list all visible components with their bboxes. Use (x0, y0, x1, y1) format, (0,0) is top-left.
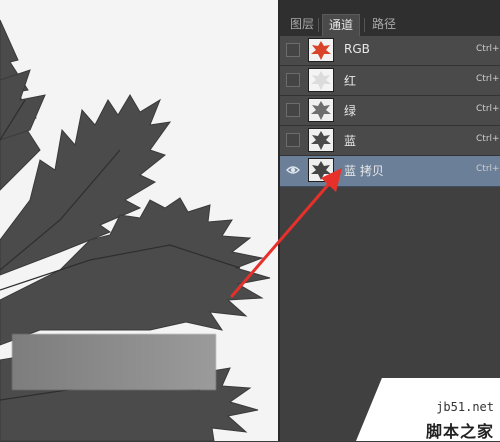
channel-name: 绿 (344, 104, 357, 118)
watermark-site-name: 脚本之家 (425, 422, 494, 441)
channel-row-rgb[interactable]: RGB Ctrl+2 (280, 36, 500, 66)
channel-thumbnail (308, 98, 334, 122)
channel-shortcut: Ctrl+3 (476, 74, 500, 84)
eye-icon (286, 166, 300, 174)
channel-thumbnail (308, 158, 334, 182)
channel-shortcut: Ctrl+6 (476, 164, 500, 174)
channel-row-blue-copy[interactable]: 蓝 拷贝 Ctrl+6 (280, 156, 500, 187)
visibility-toggle[interactable] (286, 103, 300, 117)
channel-shortcut: Ctrl+2 (476, 44, 500, 54)
panel-tab-bar: 图层 通道 路径 (280, 0, 500, 37)
canvas-image[interactable] (0, 0, 278, 441)
channel-name: 蓝 拷贝 (344, 164, 384, 178)
watermark-url: jb51.net (436, 400, 494, 414)
channel-shortcut: Ctrl+5 (476, 134, 500, 144)
visibility-toggle[interactable] (286, 73, 300, 87)
visibility-toggle[interactable] (286, 133, 300, 147)
visibility-toggle[interactable] (286, 163, 300, 177)
channel-name: RGB (344, 42, 370, 56)
channel-thumbnail (308, 128, 334, 152)
channel-thumbnail (308, 38, 334, 62)
channel-name: 红 (344, 74, 357, 88)
blurred-redaction (12, 334, 216, 390)
tab-divider (318, 18, 319, 32)
channel-thumbnail (308, 68, 334, 92)
channel-row-blue[interactable]: 蓝 Ctrl+5 (280, 126, 500, 156)
channel-name: 蓝 (344, 134, 357, 148)
tab-paths[interactable]: 路径 (366, 14, 402, 36)
tab-layers[interactable]: 图层 (284, 14, 320, 36)
channel-row-green[interactable]: 绿 Ctrl+4 (280, 96, 500, 126)
channel-row-red[interactable]: 红 Ctrl+3 (280, 66, 500, 96)
visibility-toggle[interactable] (286, 43, 300, 57)
tab-divider (364, 18, 365, 32)
tab-channels[interactable]: 通道 (322, 14, 361, 37)
channel-shortcut: Ctrl+4 (476, 104, 500, 114)
channels-panel: 图层 通道 路径 RGB Ctrl+2 红 Ctrl+3 (278, 0, 500, 441)
